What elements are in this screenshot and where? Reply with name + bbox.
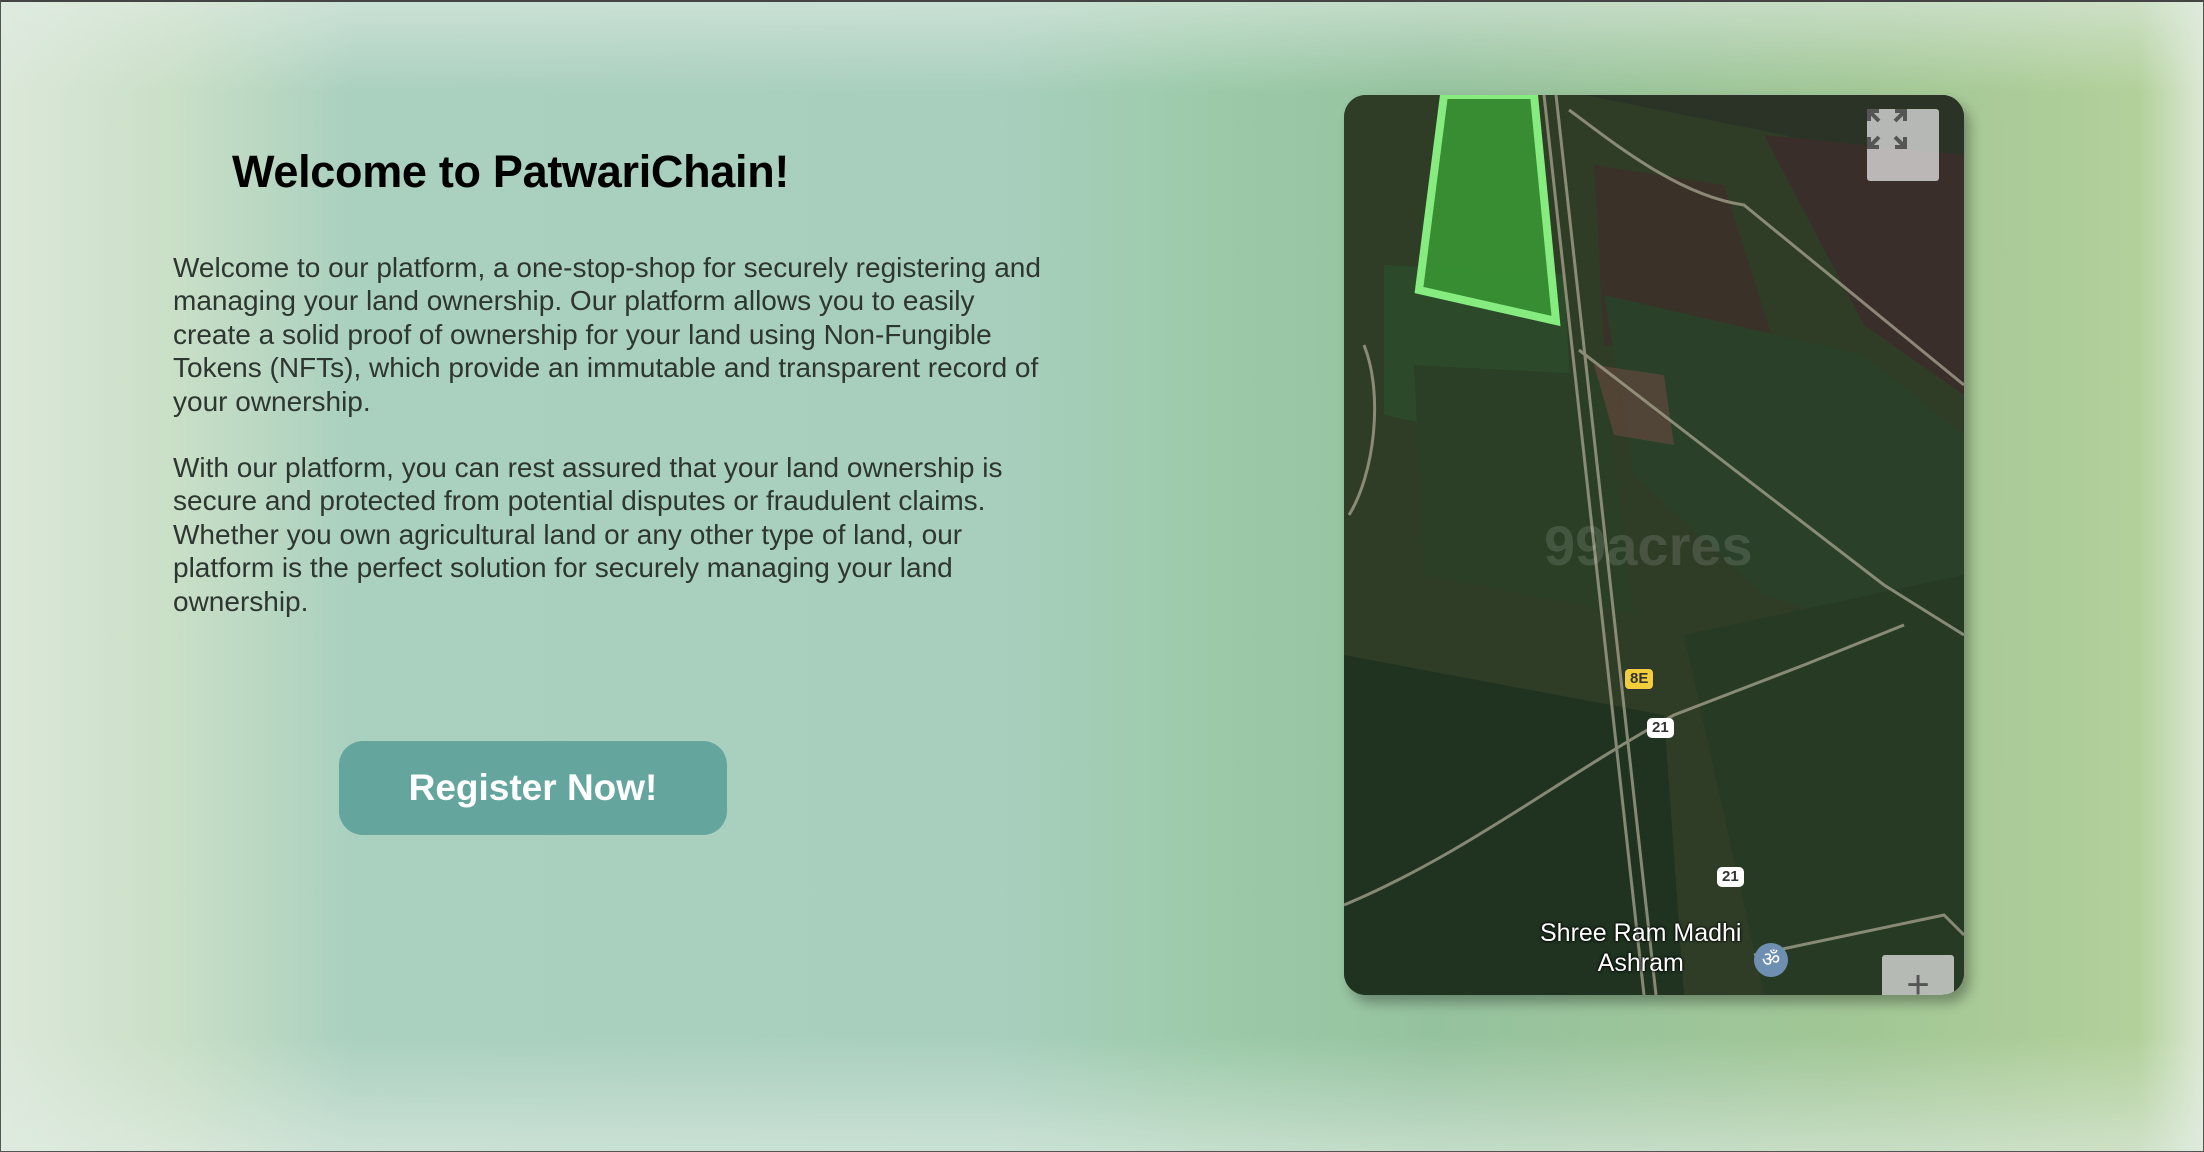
map-watermark: 99acres [1544,514,1753,577]
zoom-in-button[interactable]: + [1882,955,1954,995]
om-temple-icon[interactable]: ॐ [1754,943,1788,977]
road-shield: 21 [1647,718,1674,738]
place-label-line2: Ashram [1597,949,1684,977]
security-paragraph: With our platform, you can rest assured … [173,452,1003,617]
place-label-line1: Shree Ram Madhi [1540,919,1742,947]
road-shield: 8E [1624,668,1655,690]
register-now-button[interactable]: Register Now! [339,741,727,835]
place-label: Shree Ram Madhi Ashram [1540,918,1741,978]
road-shield: 21 [1717,867,1744,887]
intro-paragraph: Welcome to our platform, a one-stop-shop… [173,252,1041,417]
land-map[interactable]: 99acres 8E 21 21 Shree Ram Madhi Ashram … [1344,95,1964,995]
land-plot-outline [1414,95,1561,327]
page-title: Welcome to PatwariChain! [232,146,790,197]
fullscreen-icon[interactable] [1867,109,1939,181]
